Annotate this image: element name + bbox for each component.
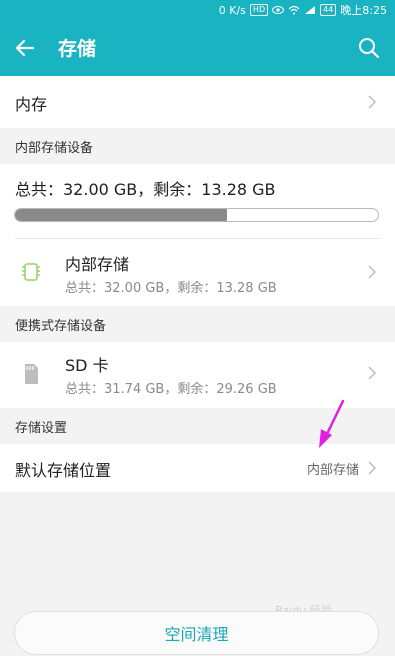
internal-storage-summary: 总共：32.00 GB，剩余：13.28 GB bbox=[15, 180, 276, 199]
portable-storage-section-header: 便携式存储设备 bbox=[0, 306, 395, 342]
battery-indicator: 44 bbox=[320, 4, 337, 16]
annotation-arrow-icon bbox=[312, 398, 352, 453]
space-cleanup-button[interactable]: 空间清理 bbox=[14, 611, 379, 655]
memory-row[interactable]: 内存 bbox=[0, 76, 395, 128]
chevron-right-icon bbox=[367, 95, 377, 109]
chevron-right-icon bbox=[367, 366, 377, 380]
chip-icon bbox=[20, 261, 42, 283]
internal-storage-detail: 总共：32.00 GB，剩余：13.28 GB bbox=[65, 281, 277, 296]
chevron-right-icon bbox=[367, 265, 377, 279]
sd-card-detail: 总共：31.74 GB，剩余：29.26 GB bbox=[65, 382, 277, 397]
wifi-icon bbox=[288, 5, 300, 15]
sd-card-title: SD 卡 bbox=[65, 356, 109, 375]
app-bar: 存储 bbox=[0, 20, 395, 76]
page-title: 存储 bbox=[58, 38, 97, 60]
back-arrow-icon[interactable] bbox=[13, 36, 37, 60]
status-bar: 0 K/s HD 44 晚上8:25 bbox=[0, 0, 395, 20]
net-speed: 0 K/s bbox=[218, 3, 246, 17]
storage-usage-fill bbox=[15, 209, 228, 221]
chevron-right-icon bbox=[367, 461, 377, 475]
memory-label: 内存 bbox=[15, 95, 48, 114]
signal-icon bbox=[304, 5, 316, 15]
hd-badge: HD bbox=[249, 4, 269, 16]
sd-card-icon bbox=[22, 362, 40, 386]
internal-storage-title: 内部存储 bbox=[65, 255, 130, 274]
internal-storage-item[interactable]: 内部存储 总共：32.00 GB，剩余：13.28 GB bbox=[0, 239, 395, 305]
search-icon[interactable] bbox=[357, 36, 381, 60]
clock: 晚上8:25 bbox=[340, 4, 387, 17]
eye-icon bbox=[272, 5, 285, 15]
default-storage-location-value: 内部存储 bbox=[306, 463, 359, 478]
storage-usage-bar bbox=[14, 208, 379, 222]
default-storage-location-label: 默认存储位置 bbox=[15, 461, 112, 480]
internal-storage-section-header: 内部存储设备 bbox=[0, 128, 395, 164]
